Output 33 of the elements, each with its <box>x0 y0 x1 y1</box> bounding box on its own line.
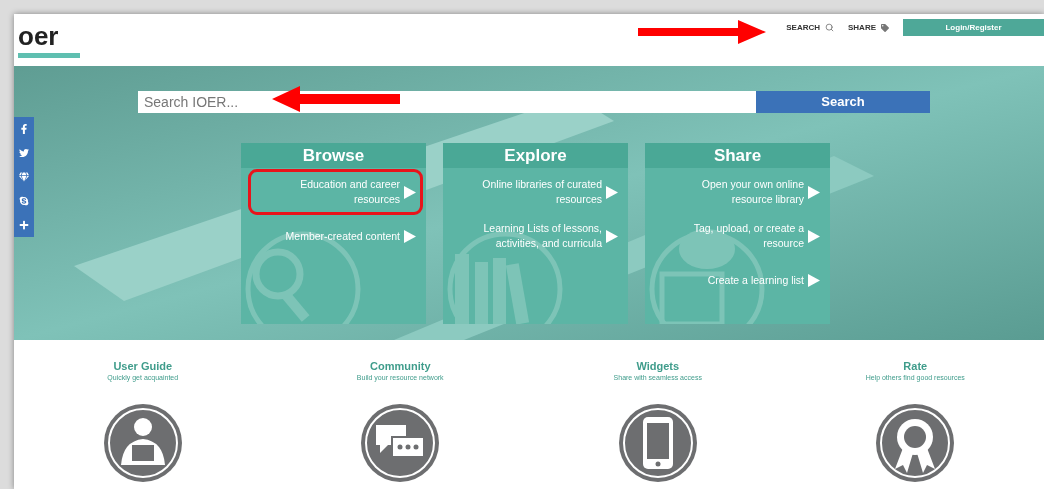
category-link[interactable]: Open your own online resource library <box>655 172 824 212</box>
play-triangle-icon <box>606 185 618 199</box>
category-link[interactable]: Tag, upload, or create a resource <box>655 216 824 256</box>
card-title: Explore <box>443 143 628 168</box>
play-triangle-icon <box>808 229 820 243</box>
play-triangle-icon <box>606 229 618 243</box>
category-link[interactable]: Education and career resources <box>251 172 420 212</box>
search-icon <box>825 23 834 32</box>
card-title: Share <box>645 143 830 168</box>
play-triangle-icon <box>404 229 416 243</box>
reader-icon <box>102 403 183 483</box>
category-link[interactable]: Online libraries of curated resources <box>453 172 622 212</box>
tag-icon <box>881 23 889 32</box>
category-link[interactable]: Learning Lists of lessons, activities, and curricula <box>453 216 622 256</box>
feature-title[interactable]: Community <box>370 360 431 373</box>
play-triangle-icon <box>808 273 820 287</box>
feature-title[interactable]: Rate <box>903 360 928 373</box>
play-triangle-icon <box>808 185 820 199</box>
search-field[interactable]: Search IOER... <box>138 91 756 113</box>
card-title: Browse <box>241 143 426 168</box>
nav-link[interactable]: SHARE <box>848 21 889 34</box>
nav-link[interactable]: SEARCH <box>786 21 834 34</box>
feature-title[interactable]: User Guide <box>113 360 173 373</box>
tablet-icon <box>617 403 698 483</box>
search-button[interactable]: Search <box>756 91 930 113</box>
login-button[interactable]: Login/Register <box>903 19 1044 36</box>
chat-bubbles-icon <box>360 403 441 483</box>
feature-title[interactable]: Widgets <box>636 360 680 373</box>
logo[interactable]: oer <box>18 17 82 63</box>
award-ribbon-icon <box>875 403 956 483</box>
category-link[interactable]: Member-created content <box>251 216 420 256</box>
category-link[interactable]: Create a learning list <box>655 260 824 300</box>
play-triangle-icon <box>404 185 416 199</box>
